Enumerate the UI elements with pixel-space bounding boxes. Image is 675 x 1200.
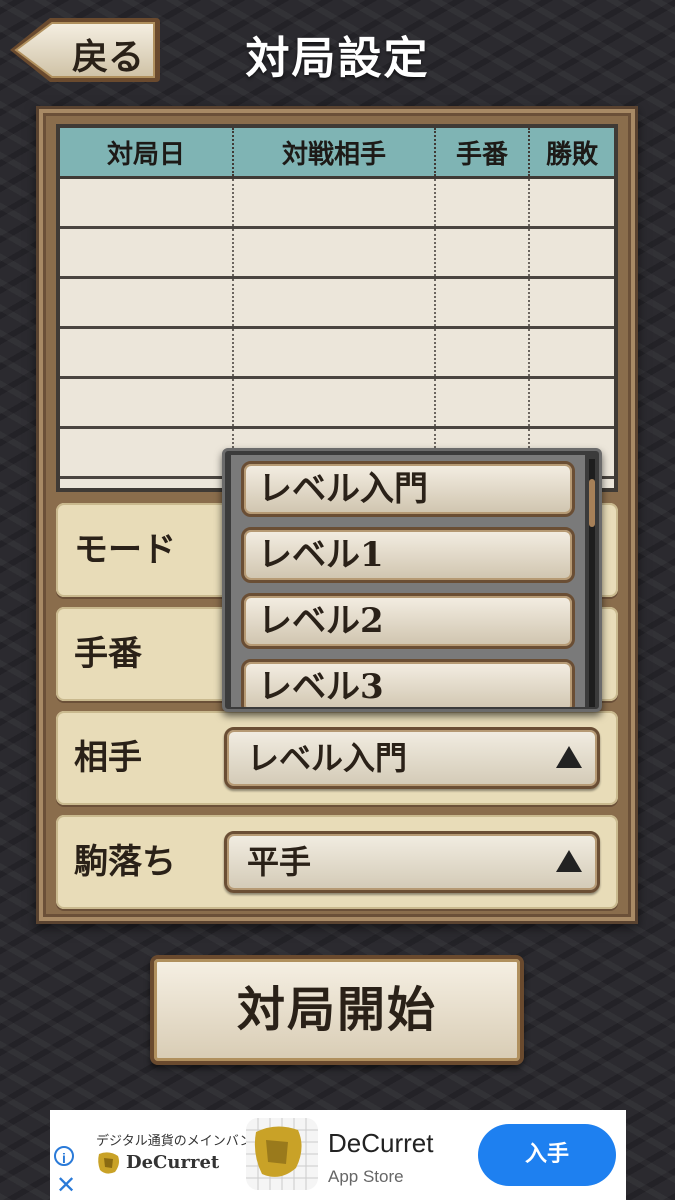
table-cell [530,329,614,376]
column-header-opponent: 対戦相手 [234,128,436,176]
opponent-select[interactable]: レベル入門 [224,727,600,789]
table-cell [530,379,614,426]
table-cell [60,279,234,326]
opponent-dropdown-list[interactable]: レベル入門 レベル1 レベル2 レベル3 [222,448,602,712]
opponent-value: レベル入門 [247,739,408,777]
table-cell [234,229,436,276]
ad-store-label: App Store [328,1167,404,1186]
table-row [60,179,614,229]
table-cell [234,279,436,326]
app-icon [246,1118,318,1190]
dropdown-option[interactable]: レベル1 [241,527,575,583]
triangle-up-icon [556,850,582,872]
triangle-up-icon [556,746,582,768]
ad-wordmark: DeCurret [126,1152,220,1173]
table-cell [436,329,530,376]
table-header: 対局日 対戦相手 手番 勝敗 [60,128,614,179]
table-cell [60,379,234,426]
table-cell [530,279,614,326]
ad-app-name: DeCurret [328,1128,434,1158]
opponent-setting: 相手 レベル入門 [56,711,618,805]
game-record-table: 対局日 対戦相手 手番 勝敗 [56,124,618,492]
table-row [60,229,614,279]
get-app-button[interactable]: 入手 [478,1124,616,1186]
table-cell [60,329,234,376]
table-cell [436,379,530,426]
handicap-value: 平手 [247,843,312,881]
table-cell [234,179,436,226]
handicap-label: 駒落ち [74,842,176,882]
dropdown-viewport: レベル入門 レベル1 レベル2 レベル3 [231,455,585,707]
page-title: 対局設定 [245,33,430,84]
table-row [60,379,614,429]
close-icon[interactable]: ✕ [56,1174,76,1198]
column-header-date: 対局日 [60,128,234,176]
dropdown-option[interactable]: レベル2 [241,593,575,649]
table-cell [530,179,614,226]
decurret-logo-icon [98,1152,119,1174]
dropdown-option-label: レベル1 [258,535,384,575]
column-header-result: 勝敗 [545,139,598,170]
decurret-app-icon [246,1118,318,1190]
table-cell [60,179,234,226]
dropdown-option[interactable]: レベル入門 [241,461,575,517]
ad-banner[interactable]: i ✕ デジタル通貨のメインバンク DeCurret DeCurret App … [50,1110,626,1200]
table-cell [436,179,530,226]
table-row [60,329,614,379]
table-cell [234,329,436,376]
dropdown-scroll-thumb[interactable] [589,479,595,527]
start-game-button[interactable]: 対局開始 [150,955,524,1065]
turn-label: 手番 [74,634,142,674]
table-cell [436,279,530,326]
dropdown-option[interactable]: レベル3 [241,659,575,707]
opponent-label: 相手 [74,738,142,778]
dropdown-option-label: レベル2 [258,601,384,641]
start-game-label: 対局開始 [236,982,437,1038]
handicap-select[interactable]: 平手 [224,831,600,893]
ad-tagline: デジタル通貨のメインバンク [96,1134,266,1149]
column-header-turn: 手番 [436,128,530,176]
dropdown-option-label: レベル3 [258,667,384,707]
table-cell [436,229,530,276]
handicap-setting: 駒落ち 平手 [56,815,618,909]
table-cell [234,379,436,426]
table-cell [60,229,234,276]
table-row [60,279,614,329]
mode-label: モード [74,530,176,570]
table-cell [530,229,614,276]
table-cell [60,429,234,476]
info-icon[interactable]: i [54,1146,74,1166]
dropdown-option-label: レベル入門 [258,469,428,509]
